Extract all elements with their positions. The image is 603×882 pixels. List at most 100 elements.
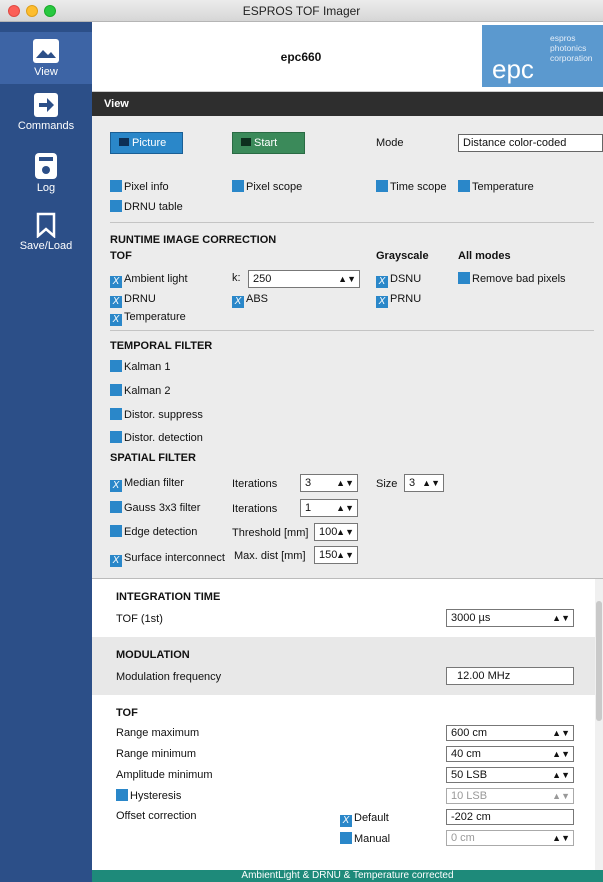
modulation-frequency-field[interactable]: 12.00 MHz	[446, 667, 574, 685]
threshold-input[interactable]: 100 ▲▼	[314, 523, 358, 541]
grayscale-column-title: Grayscale	[376, 250, 429, 262]
modulation-title: MODULATION	[116, 649, 190, 661]
drnu-table-checkbox[interactable]: DRNU table	[110, 200, 183, 214]
manual-offset-input[interactable]: 0 cm ▲▼	[446, 830, 574, 846]
iterations-label: Iterations	[232, 478, 278, 490]
bookmark-icon	[36, 212, 56, 238]
kalman2-checkbox[interactable]: Kalman 2	[110, 384, 170, 398]
divider	[110, 330, 594, 331]
manual-offset-checkbox[interactable]: Manual	[340, 832, 390, 846]
range-max-label: Range maximum	[116, 727, 200, 739]
sidebar-item-label: Commands	[17, 120, 75, 132]
settings-scrollbar[interactable]	[595, 579, 603, 871]
divider	[110, 222, 594, 223]
tof1-select[interactable]: 3000 µs ▲▼	[446, 609, 574, 627]
default-offset-field[interactable]: -202 cm	[446, 809, 574, 825]
integration-section: INTEGRATION TIME TOF (1st) 3000 µs ▲▼	[92, 579, 595, 637]
device-name: epc660	[280, 50, 322, 64]
start-button[interactable]: Start	[232, 132, 305, 154]
start-button-label: Start	[254, 137, 278, 149]
median-iterations-input[interactable]: 3 ▲▼	[300, 474, 358, 492]
surface-interconnect-checkbox[interactable]: X Surface interconnect	[110, 551, 225, 567]
logo-sub-line: photonics	[550, 43, 587, 53]
range-min-label: Range minimum	[116, 748, 197, 760]
size-input[interactable]: 3 ▲▼	[404, 474, 444, 492]
mode-select[interactable]: Distance color-coded	[458, 134, 603, 152]
gauss-filter-checkbox[interactable]: Gauss 3x3 filter	[110, 501, 200, 515]
prnu-checkbox[interactable]: X PRNU	[376, 292, 421, 308]
settings-panel: INTEGRATION TIME TOF (1st) 3000 µs ▲▼ MOD…	[92, 578, 603, 871]
drnu-checkbox[interactable]: X DRNU	[110, 292, 156, 308]
close-window-button[interactable]	[8, 5, 20, 17]
distor-detection-checkbox[interactable]: Distor. detection	[110, 431, 203, 445]
sidebar-item-label: Save/Load	[19, 240, 73, 252]
range-min-select[interactable]: 40 cm ▲▼	[446, 746, 574, 762]
hysteresis-checkbox[interactable]: Hysteresis	[116, 789, 181, 803]
remove-bad-pixels-checkbox[interactable]: Remove bad pixels	[458, 272, 566, 286]
temperature-correction-checkbox[interactable]: X Temperature	[110, 310, 186, 326]
modulation-section: MODULATION Modulation frequency 12.00 MH…	[92, 637, 595, 695]
scrollbar-thumb[interactable]	[596, 601, 602, 721]
logo-sub-line: espros	[550, 33, 576, 43]
sidebar-item-label: View	[34, 66, 58, 78]
distor-suppress-checkbox[interactable]: Distor. suppress	[110, 408, 203, 422]
range-max-select[interactable]: 600 cm ▲▼	[446, 725, 574, 741]
all-modes-column-title: All modes	[458, 250, 511, 262]
sidebar-item-commands[interactable]: Commands	[0, 92, 92, 132]
window-title: ESPROS TOF Imager	[242, 4, 361, 18]
default-offset-checkbox[interactable]: X Default	[340, 811, 389, 827]
picture-button-label: Picture	[132, 137, 167, 149]
sidebar: View Commands Log Save/Load	[0, 22, 92, 882]
gauss-iterations-input[interactable]: 1 ▲▼	[300, 499, 358, 517]
temperature-scope-checkbox[interactable]: Temperature	[458, 180, 534, 194]
k-input[interactable]: 250 ▲▼	[248, 270, 360, 288]
amplitude-min-label: Amplitude minimum	[116, 769, 213, 781]
epc-logo: epc espros photonics corporation	[482, 25, 603, 87]
video-icon	[241, 138, 251, 146]
kalman1-checkbox[interactable]: Kalman 1	[110, 360, 170, 374]
amplitude-min-select[interactable]: 50 LSB ▲▼	[446, 767, 574, 783]
logo-subtitle: espros photonics corporation	[550, 33, 593, 63]
max-dist-input[interactable]: 150 ▲▼	[314, 546, 358, 564]
header: epc660 epc espros photonics corporation	[92, 22, 603, 92]
tof-column-title: TOF	[110, 250, 132, 262]
modulation-frequency-label: Modulation frequency	[116, 671, 222, 683]
document-icon	[35, 153, 57, 179]
tof1-label: TOF (1st)	[116, 613, 163, 625]
pixel-info-checkbox[interactable]: Pixel info	[110, 180, 169, 194]
median-filter-checkbox[interactable]: X Median filter	[110, 476, 184, 492]
hysteresis-select[interactable]: 10 LSB ▲▼	[446, 788, 574, 804]
logo-text: epc	[492, 54, 534, 84]
runtime-correction-title: RUNTIME IMAGE CORRECTION	[110, 234, 277, 246]
picture-button[interactable]: Picture	[110, 132, 183, 154]
maximize-window-button[interactable]	[44, 5, 56, 17]
offset-correction-label: Offset correction	[116, 810, 197, 822]
pixel-scope-checkbox[interactable]: Pixel scope	[232, 180, 302, 194]
mode-label: Mode	[376, 137, 404, 149]
status-bar: AmbientLight & DRNU & Temperature correc…	[92, 870, 603, 882]
sidebar-item-save-load[interactable]: Save/Load	[0, 212, 92, 252]
image-icon	[33, 39, 59, 63]
view-panel: Picture Start Mode Distance color-coded …	[92, 116, 603, 578]
sidebar-item-label: Log	[36, 182, 56, 194]
abs-checkbox[interactable]: X ABS	[232, 292, 268, 308]
minimize-window-button[interactable]	[26, 5, 38, 17]
dsnu-checkbox[interactable]: X DSNU	[376, 272, 421, 288]
ambient-light-checkbox[interactable]: X Ambient light	[110, 272, 188, 288]
window-titlebar: ESPROS TOF Imager	[0, 0, 603, 22]
integration-title: INTEGRATION TIME	[116, 591, 221, 603]
logo-sub-line: corporation	[550, 53, 593, 63]
iterations-label: Iterations	[232, 503, 278, 515]
threshold-label: Threshold [mm]	[232, 527, 309, 539]
arrow-right-icon	[34, 93, 58, 117]
tof-section: TOF Range maximum 600 cm ▲▼ Range minimum…	[92, 695, 595, 871]
edge-detection-checkbox[interactable]: Edge detection	[110, 525, 197, 539]
k-label: k:	[232, 272, 241, 284]
temporal-filter-title: TEMPORAL FILTER	[110, 340, 213, 352]
max-dist-label: Max. dist [mm]	[234, 550, 306, 562]
sidebar-item-log[interactable]: Log	[0, 152, 92, 194]
view-title-bar: View	[92, 92, 603, 116]
time-scope-checkbox[interactable]: Time scope	[376, 180, 446, 194]
spatial-filter-title: SPATIAL FILTER	[110, 452, 196, 464]
sidebar-item-view[interactable]: View	[0, 32, 92, 84]
